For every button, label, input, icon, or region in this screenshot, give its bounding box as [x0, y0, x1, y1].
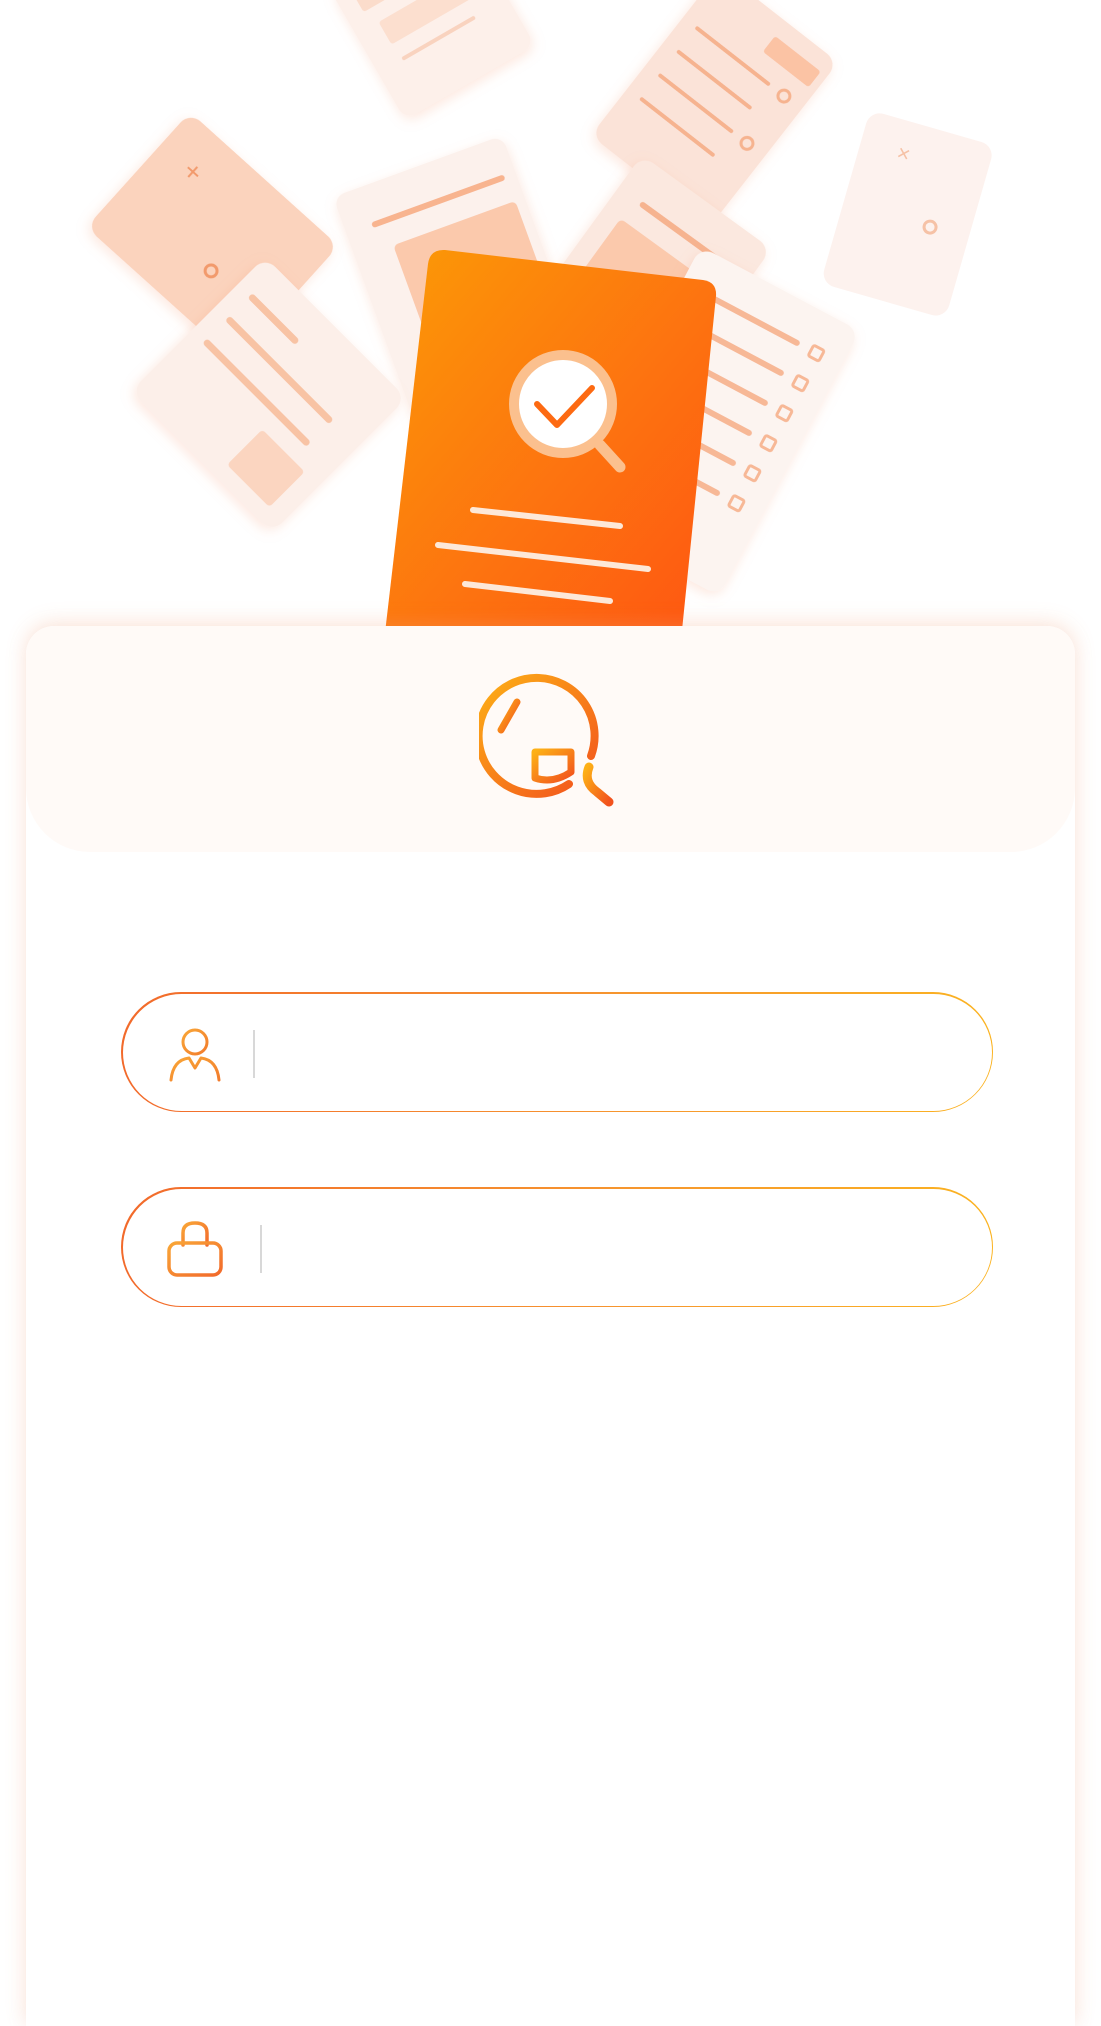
username-field: [121, 992, 993, 1112]
login-panel: [26, 626, 1075, 2026]
username-input[interactable]: [262, 1023, 957, 1086]
password-field: [121, 1187, 993, 1307]
username-field-inner: [122, 993, 992, 1111]
decor-card-top-left: [334, 0, 531, 116]
lock-icon: [166, 1220, 223, 1277]
hero-illustration: × +: [0, 0, 1101, 650]
decor-card-right: ×: [823, 113, 992, 316]
password-divider: [259, 1224, 262, 1273]
password-field-inner: [122, 1188, 992, 1306]
user-icon: [169, 1028, 220, 1081]
xin-magnifier-logo-icon: [474, 672, 625, 812]
login-panel-header: [26, 626, 1075, 852]
username-divider: [252, 1029, 255, 1078]
password-input[interactable]: [272, 1218, 967, 1281]
main-document-card: [383, 249, 717, 650]
